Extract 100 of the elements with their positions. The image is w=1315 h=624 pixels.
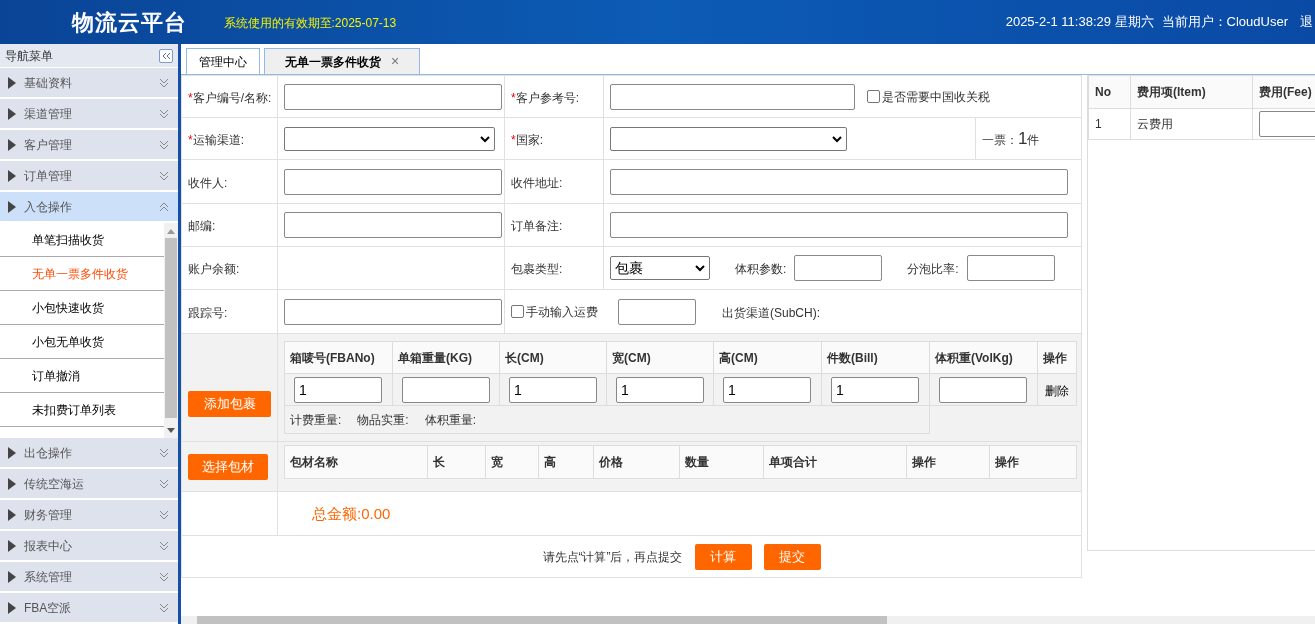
- scroll-down-icon[interactable]: [167, 428, 175, 434]
- column-header: 操作: [906, 445, 990, 479]
- menu-group-label: 报表中心: [24, 537, 73, 555]
- menu-group[interactable]: 财务管理: [0, 500, 178, 531]
- input-field[interactable]: [284, 212, 502, 238]
- field-label: 体积参数:: [735, 262, 787, 276]
- menu-group-label: 传统空海运: [24, 475, 85, 493]
- triangle-right-icon: [8, 200, 16, 213]
- select-field[interactable]: 包裹: [610, 256, 710, 280]
- field-label: 邮编:: [188, 219, 216, 233]
- field-label: *运输渠道:: [188, 132, 244, 147]
- input-field[interactable]: [1259, 111, 1315, 137]
- table-cell: 云费用: [1130, 108, 1253, 140]
- app-title: 物流云平台: [72, 8, 188, 37]
- select-field[interactable]: [284, 126, 495, 151]
- column-header: 高: [538, 445, 594, 479]
- column-header: 操作: [989, 445, 1077, 479]
- menu-group[interactable]: 出仓操作: [0, 438, 178, 469]
- input-field[interactable]: [618, 298, 696, 325]
- tab[interactable]: 管理中心: [186, 48, 260, 74]
- validity-text: 系统使用的有效期至:2025-07-13: [223, 15, 397, 32]
- field-label: 订单备注:: [511, 219, 563, 233]
- triangle-right-icon: [8, 508, 16, 521]
- column-header: 宽: [485, 445, 539, 479]
- field-label: *客户参考号:: [511, 90, 579, 105]
- column-header: 体积重(VolKg): [929, 341, 1038, 374]
- menu-group[interactable]: 渠道管理: [0, 99, 178, 130]
- datetime-text: 2025-2-1 11:38:29 星期六: [1005, 13, 1154, 32]
- menu-group-label: 出仓操作: [24, 444, 73, 462]
- input-field[interactable]: 1: [723, 376, 811, 403]
- input-field[interactable]: 1: [616, 376, 704, 403]
- menu-group[interactable]: 报表中心: [0, 531, 178, 562]
- field-label: 收件人:: [188, 175, 228, 190]
- chevron-down-icon: [158, 539, 170, 552]
- caret-icon: [480, 134, 490, 143]
- horizontal-scrollbar[interactable]: [181, 616, 1315, 624]
- chevron-down-icon: [158, 138, 170, 151]
- column-header: 费用项(Item): [1130, 75, 1253, 109]
- input-field[interactable]: [284, 83, 502, 110]
- chevron-up-icon: [158, 200, 170, 213]
- pieces-text: 一票：1件: [982, 132, 1040, 147]
- select-field[interactable]: [610, 126, 847, 151]
- input-field[interactable]: [966, 255, 1055, 281]
- input-field[interactable]: [284, 298, 502, 325]
- field-label: 出货渠道(SubCH):: [722, 305, 820, 320]
- column-header: 费用(Fee): [1252, 75, 1315, 109]
- hint-text: 请先点“计算”后，再点提交: [542, 548, 683, 566]
- menu-group-label: 系统管理: [24, 568, 73, 586]
- menu-group-label: 基础资料: [24, 74, 73, 92]
- triangle-right-icon: [8, 76, 16, 89]
- scroll-up-icon[interactable]: [167, 228, 175, 234]
- menu-group-label: 入仓操作: [24, 198, 73, 216]
- total-amount: 总金额:0.00: [312, 504, 391, 522]
- menu-group[interactable]: FBA空派: [0, 593, 178, 624]
- input-field[interactable]: [402, 376, 490, 403]
- column-header: 箱唛号(FBANo): [284, 341, 393, 374]
- close-icon[interactable]: ×: [391, 51, 400, 72]
- field-label: *客户编号/名称:: [188, 90, 272, 105]
- column-header: No: [1088, 75, 1131, 109]
- column-header: 包材名称: [284, 445, 428, 479]
- input-field[interactable]: [284, 168, 502, 195]
- menu-group[interactable]: 基础资料: [0, 68, 178, 99]
- chevron-down-icon: [158, 508, 170, 521]
- scrollbar[interactable]: [164, 223, 178, 438]
- tab[interactable]: 无单一票多件收货 ×: [264, 48, 421, 74]
- chevron-down-icon: [158, 601, 170, 614]
- checkbox[interactable]: [867, 90, 880, 103]
- input-field[interactable]: [610, 83, 855, 110]
- input-field[interactable]: [939, 376, 1027, 403]
- table-cell: 1: [1088, 108, 1131, 140]
- checkbox-label: 是否需要中国收关税: [882, 88, 990, 106]
- input-field[interactable]: [610, 168, 1068, 195]
- field-label: 账户余额:: [188, 262, 240, 276]
- menu-group-label: 财务管理: [24, 506, 73, 524]
- summary-label: 体积重量:: [424, 411, 477, 429]
- column-header: 数量: [679, 445, 764, 479]
- menu-group[interactable]: 入仓操作: [0, 192, 178, 223]
- summary-label: 物品实重:: [357, 411, 409, 429]
- menu-group-label: 客户管理: [24, 136, 73, 154]
- triangle-right-icon: [8, 570, 16, 583]
- chevron-down-icon: [158, 107, 170, 120]
- field-label: *国家:: [511, 132, 543, 147]
- field-label: 跟踪号:: [188, 305, 228, 320]
- menu-group[interactable]: 系统管理: [0, 562, 178, 593]
- checkbox[interactable]: [511, 305, 524, 318]
- logout-link[interactable]: 退: [1300, 12, 1313, 32]
- column-header: 长(CM): [499, 341, 607, 374]
- column-header: 单箱重量(KG): [392, 341, 500, 374]
- column-header: 价格: [593, 445, 680, 479]
- menu-group[interactable]: 客户管理: [0, 130, 178, 161]
- menu-group[interactable]: 订单管理: [0, 161, 178, 192]
- input-field[interactable]: 1: [831, 376, 919, 403]
- input-field[interactable]: 1: [509, 376, 597, 403]
- menu-group[interactable]: 传统空海运: [0, 469, 178, 500]
- collapse-icon[interactable]: [159, 48, 173, 63]
- input-field[interactable]: [794, 255, 883, 281]
- chevron-down-icon: [158, 169, 170, 182]
- input-field[interactable]: [610, 212, 1068, 238]
- column-header: 高(CM): [713, 341, 822, 374]
- input-field[interactable]: 1: [294, 376, 382, 403]
